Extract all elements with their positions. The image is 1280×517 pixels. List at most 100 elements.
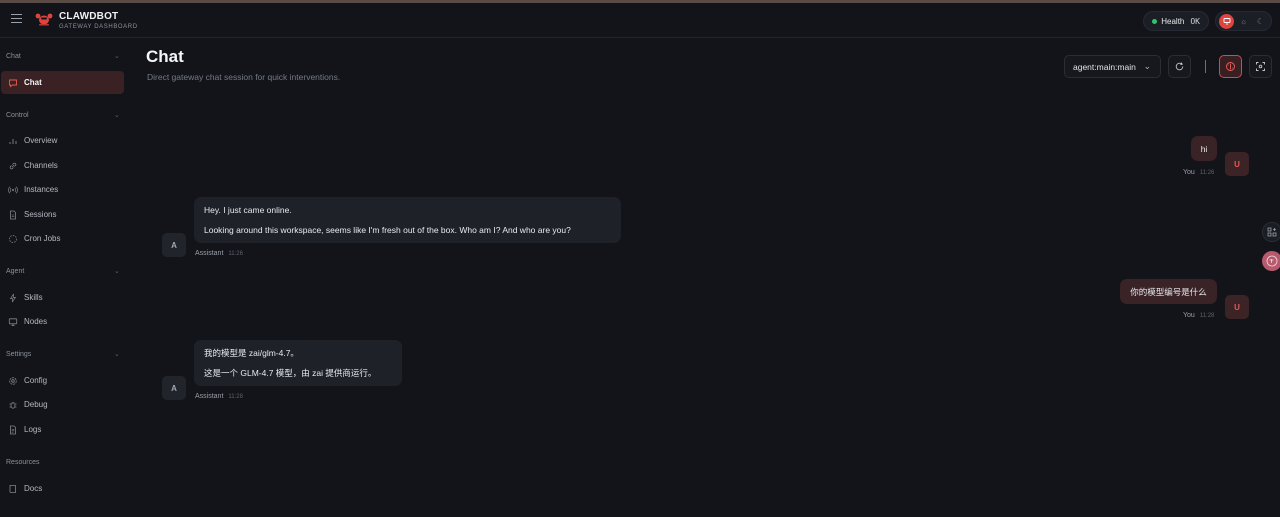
apps-grid-icon [1267, 227, 1277, 237]
loader-icon [8, 234, 18, 244]
toolbar-divider [1205, 60, 1206, 73]
health-status: OK [1190, 16, 1200, 26]
sidebar-item-label: Debug [24, 400, 48, 409]
sidebar-item-label: Logs [24, 425, 42, 434]
sidebar-item-label: Nodes [24, 317, 48, 326]
sidebar-item-label: Overview [24, 136, 58, 145]
message-author: Assistant [195, 393, 224, 400]
sidebar-item-label: Sessions [24, 210, 57, 219]
file-text-icon [8, 425, 18, 435]
section-title-agent: Agent [6, 268, 25, 275]
section-title-control: Control [6, 112, 29, 119]
sidebar-item-config[interactable]: Config [1, 369, 124, 392]
translate-icon [1266, 255, 1278, 267]
theme-switcher: ☼ ☾ [1215, 11, 1272, 31]
collapse-chevron-icon[interactable]: ⌄ [114, 111, 120, 119]
collapse-chevron-icon[interactable]: ⌄ [114, 350, 120, 358]
sidebar-item-skills[interactable]: Skills [1, 286, 124, 309]
document-icon [8, 210, 18, 220]
message-time: 11:26 [1199, 170, 1215, 176]
refresh-button[interactable] [1168, 55, 1191, 78]
health-status-dot-icon [1152, 18, 1158, 24]
message-text: 我的模型是 zai/glm-4.7。 [204, 348, 299, 358]
sidebar-item-instances[interactable]: Instances [1, 178, 124, 201]
section-title-chat: Chat [6, 53, 21, 60]
moon-icon[interactable]: ☾ [1253, 14, 1268, 29]
sidebar-item-overview[interactable]: Overview [1, 129, 124, 152]
section-title-resources: Resources [6, 459, 40, 466]
message-author: Assistant [195, 250, 224, 257]
message-author: You [1183, 312, 1195, 319]
section-title-settings: Settings [6, 351, 32, 358]
assistant-avatar: A [162, 376, 186, 400]
message-author: You [1183, 169, 1195, 176]
page-title: Chat [146, 47, 184, 66]
focus-mode-button[interactable] [1249, 55, 1272, 78]
assistant-avatar: A [162, 233, 186, 257]
sidebar-item-chat[interactable]: Chat [1, 71, 124, 94]
brand: CLAWDBOT GATEWAY DASHBOARD [59, 12, 138, 31]
sidebar-item-label: Skills [24, 293, 43, 302]
sidebar-item-label: Instances [24, 185, 59, 194]
sidebar-item-nodes[interactable]: Nodes [1, 310, 124, 333]
thinking-toggle-button[interactable] [1219, 55, 1242, 78]
sidebar-item-channels[interactable]: Channels [1, 154, 124, 177]
sidebar-item-label: Cron Jobs [24, 234, 61, 243]
menu-toggle-icon[interactable] [11, 14, 22, 23]
link-icon [8, 161, 18, 171]
health-label: Health [1161, 16, 1185, 26]
assistant-message-bubble: 我的模型是 zai/glm-4.7。 这是一个 GLM-4.7 模型，由 zai… [194, 340, 402, 386]
assistant-message-bubble: Hey. I just came online. Looking around … [194, 197, 621, 243]
collapse-chevron-icon[interactable]: ⌄ [114, 267, 120, 275]
user-avatar: U [1225, 295, 1249, 319]
apps-widget-button[interactable] [1262, 222, 1280, 242]
message-text: Looking around this workspace, seems lik… [204, 225, 571, 235]
brand-subtitle: GATEWAY DASHBOARD [59, 24, 138, 30]
chat-bubble-icon [8, 78, 18, 88]
zap-icon [8, 293, 18, 303]
sidebar-item-label: Docs [24, 484, 43, 493]
brain-icon [1226, 62, 1235, 71]
message-meta: Assistant 11:26 [195, 250, 243, 257]
sidebar-item-cron-jobs[interactable]: Cron Jobs [1, 227, 124, 250]
user-avatar: U [1225, 152, 1249, 176]
bar-chart-icon [8, 136, 18, 146]
brand-name: CLAWDBOT [59, 11, 119, 22]
sun-icon[interactable]: ☼ [1236, 14, 1251, 29]
user-message-bubble: 你的模型编号是什么 [1120, 279, 1217, 304]
message-time: 11:28 [1199, 313, 1215, 319]
system-theme-icon[interactable] [1219, 13, 1234, 29]
session-select-value: agent:main:main [1073, 61, 1136, 72]
session-select[interactable]: agent:main:main ⌄ [1064, 55, 1161, 78]
bug-icon [8, 400, 18, 410]
message-text: 这是一个 GLM-4.7 模型，由 zai 提供商运行。 [204, 368, 377, 378]
refresh-icon [1175, 62, 1184, 71]
sidebar: Chat ⌄ Chat Control ⌄ Overview Channels … [0, 39, 130, 517]
sidebar-item-docs[interactable]: Docs [1, 477, 124, 500]
sidebar-item-label: Channels [24, 161, 58, 170]
sidebar-item-label: Config [24, 376, 48, 385]
message-text: 你的模型编号是什么 [1130, 286, 1207, 297]
translate-widget-button[interactable] [1262, 251, 1280, 271]
message-text: Hey. I just came online. [204, 205, 292, 215]
sidebar-item-logs[interactable]: Logs [1, 418, 124, 441]
message-time: 11:26 [228, 251, 243, 257]
monitor-icon [8, 317, 18, 327]
lobster-logo-icon [35, 13, 53, 26]
gear-icon [8, 376, 18, 386]
page-subtitle: Direct gateway chat session for quick in… [147, 72, 341, 82]
collapse-chevron-icon[interactable]: ⌄ [114, 52, 120, 60]
sidebar-item-sessions[interactable]: Sessions [1, 203, 124, 226]
radio-icon [8, 185, 18, 195]
message-time: 11:28 [228, 394, 243, 400]
focus-icon [1256, 62, 1265, 71]
health-pill: Health OK [1143, 11, 1209, 31]
message-meta: You 11:28 [1183, 312, 1214, 319]
sidebar-item-label: Chat [24, 78, 42, 87]
book-icon [8, 484, 18, 494]
sidebar-item-debug[interactable]: Debug [1, 393, 124, 416]
message-text: hi [1200, 143, 1208, 154]
chevron-down-icon: ⌄ [1143, 61, 1151, 71]
message-meta: Assistant 11:28 [195, 393, 243, 400]
top-bar: CLAWDBOT GATEWAY DASHBOARD Health OK ☼ ☾ [0, 3, 1280, 38]
